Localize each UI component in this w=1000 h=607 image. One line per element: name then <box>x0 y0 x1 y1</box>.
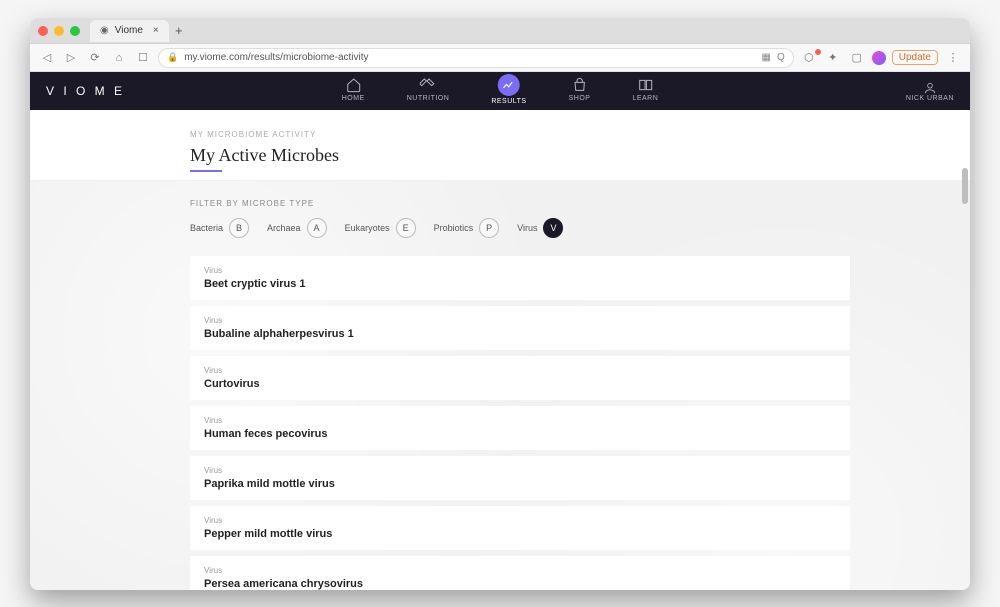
filter-label: Probiotics <box>434 223 474 233</box>
reload-button[interactable]: ⟳ <box>86 51 104 64</box>
item-name: Bubaline alphaherpesvirus 1 <box>204 328 836 340</box>
item-type: Virus <box>204 366 836 375</box>
nav-home[interactable]: HOME <box>342 77 365 105</box>
tab-title: Viome <box>115 25 143 36</box>
filter-label: Virus <box>517 223 537 233</box>
book-icon <box>637 77 653 93</box>
page-header: MY MICROBIOME ACTIVITY My Active Microbe… <box>30 110 970 181</box>
scrollbar[interactable] <box>960 110 970 590</box>
user-label: NICK URBAN <box>906 95 954 102</box>
close-tab-icon[interactable]: × <box>153 25 159 36</box>
user-icon <box>923 81 937 95</box>
menu-icon[interactable]: ⋮ <box>944 51 962 64</box>
filter-label: Eukaryotes <box>345 223 390 233</box>
nav-label: NUTRITION <box>407 95 450 102</box>
main-nav: HOME NUTRITION RESULTS SHOP <box>342 77 659 105</box>
nav-label: RESULTS <box>491 98 526 105</box>
puzzle-icon[interactable]: ✦ <box>824 51 842 64</box>
address-bar[interactable]: 🔒 my.viome.com/results/microbiome-activi… <box>158 48 794 68</box>
item-type: Virus <box>204 566 836 575</box>
home-icon <box>345 77 361 93</box>
minimize-window[interactable] <box>54 26 64 36</box>
list-item[interactable]: Virus Curtovirus <box>190 356 850 400</box>
address-right-icons: ▦ Q <box>762 52 785 63</box>
nav-label: SHOP <box>569 95 591 102</box>
card-icon[interactable]: ▢ <box>848 51 866 64</box>
filter-chip: E <box>396 218 416 238</box>
qr-icon[interactable]: ▦ <box>762 52 771 63</box>
extensions: ✦ ▢ Update ⋮ <box>824 50 962 65</box>
list-item[interactable]: Virus Persea americana chrysovirus <box>190 556 850 590</box>
nav-nutrition[interactable]: NUTRITION <box>407 77 450 105</box>
list-item[interactable]: Virus Paprika mild mottle virus <box>190 456 850 500</box>
nav-label: LEARN <box>632 95 658 102</box>
browser-toolbar: ◁ ▷ ⟳ ⌂ ☐ 🔒 my.viome.com/results/microbi… <box>30 44 970 72</box>
item-type: Virus <box>204 466 836 475</box>
maximize-window[interactable] <box>70 26 80 36</box>
forward-button[interactable]: ▷ <box>62 51 80 64</box>
filter-chip: V <box>543 218 563 238</box>
shield-icon[interactable]: ⬡ <box>800 51 818 64</box>
search-addr-icon[interactable]: Q <box>777 52 785 63</box>
item-type: Virus <box>204 266 836 275</box>
bookmark-button[interactable]: ☐ <box>134 51 152 64</box>
update-button[interactable]: Update <box>892 50 938 65</box>
page-title: My Active Microbes <box>190 145 339 166</box>
utensils-icon <box>420 77 436 93</box>
content-area: MY MICROBIOME ACTIVITY My Active Microbe… <box>30 110 970 590</box>
filter-eukaryotes[interactable]: Eukaryotes E <box>345 218 416 238</box>
home-button[interactable]: ⌂ <box>110 52 128 64</box>
url-text: my.viome.com/results/microbiome-activity <box>184 52 755 63</box>
list-item[interactable]: Virus Pepper mild mottle virus <box>190 506 850 550</box>
browser-window: ◉ Viome × + ◁ ▷ ⟳ ⌂ ☐ 🔒 my.viome.com/res… <box>30 18 970 590</box>
profile-avatar[interactable] <box>872 51 886 65</box>
bag-icon <box>572 77 588 93</box>
filter-heading: FILTER BY MICROBE TYPE <box>190 199 850 208</box>
filter-archaea[interactable]: Archaea A <box>267 218 327 238</box>
item-name: Beet cryptic virus 1 <box>204 278 836 290</box>
lock-icon: 🔒 <box>167 52 178 63</box>
item-name: Pepper mild mottle virus <box>204 528 836 540</box>
nav-shop[interactable]: SHOP <box>569 77 591 105</box>
app-header: V I O M E HOME NUTRITION RESULTS <box>30 72 970 110</box>
browser-tab[interactable]: ◉ Viome × <box>90 20 169 42</box>
item-name: Paprika mild mottle virus <box>204 478 836 490</box>
item-name: Human feces pecovirus <box>204 428 836 440</box>
item-name: Persea americana chrysovirus <box>204 578 836 590</box>
filter-chip: P <box>479 218 499 238</box>
item-type: Virus <box>204 316 836 325</box>
nav-results[interactable]: RESULTS <box>491 77 526 105</box>
results-icon <box>498 74 520 96</box>
microbe-list: Virus Beet cryptic virus 1 Virus Bubaline a… <box>190 256 850 590</box>
page-body: FILTER BY MICROBE TYPE BacteriaBArchaeaA… <box>30 181 970 590</box>
filter-chip: A <box>307 218 327 238</box>
logo[interactable]: V I O M E <box>46 84 125 98</box>
tab-strip: ◉ Viome × + <box>30 18 970 44</box>
filter-label: Archaea <box>267 223 301 233</box>
filter-label: Bacteria <box>190 223 223 233</box>
filter-row: BacteriaBArchaeaAEukaryotesEProbioticsPV… <box>190 218 850 238</box>
window-controls <box>38 26 80 36</box>
new-tab-button[interactable]: + <box>169 23 189 38</box>
nav-label: HOME <box>342 95 365 102</box>
close-window[interactable] <box>38 26 48 36</box>
list-item[interactable]: Virus Human feces pecovirus <box>190 406 850 450</box>
filter-chip: B <box>229 218 249 238</box>
filter-probiotics[interactable]: Probiotics P <box>434 218 500 238</box>
user-menu[interactable]: NICK URBAN <box>906 81 954 102</box>
filter-bacteria[interactable]: Bacteria B <box>190 218 249 238</box>
item-name: Curtovirus <box>204 378 836 390</box>
list-item[interactable]: Virus Bubaline alphaherpesvirus 1 <box>190 306 850 350</box>
item-type: Virus <box>204 516 836 525</box>
filter-virus[interactable]: Virus V <box>517 218 563 238</box>
breadcrumb: MY MICROBIOME ACTIVITY <box>190 130 830 139</box>
scrollbar-thumb[interactable] <box>962 168 968 204</box>
list-item[interactable]: Virus Beet cryptic virus 1 <box>190 256 850 300</box>
item-type: Virus <box>204 416 836 425</box>
nav-learn[interactable]: LEARN <box>632 77 658 105</box>
back-button[interactable]: ◁ <box>38 51 56 64</box>
globe-icon: ◉ <box>100 25 109 36</box>
page-scroll[interactable]: MY MICROBIOME ACTIVITY My Active Microbe… <box>30 110 970 590</box>
